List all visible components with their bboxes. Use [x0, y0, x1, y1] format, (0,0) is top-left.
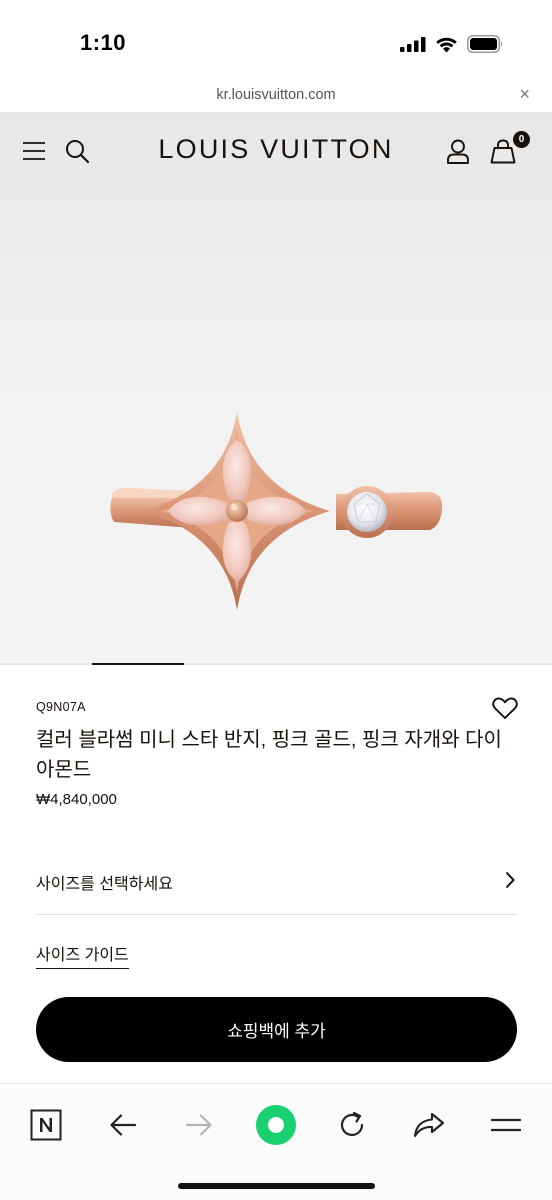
wifi-icon — [436, 37, 457, 52]
carousel-active-segment — [92, 663, 184, 665]
add-to-bag-button[interactable]: 쇼핑백에 추가 — [36, 997, 517, 1062]
browser-toolbar — [0, 1083, 552, 1200]
product-image-area[interactable]: LOUIS VUITTON 0 — [0, 112, 552, 664]
cart-count-badge: 0 — [513, 131, 530, 148]
hamburger-icon — [491, 1118, 521, 1132]
chevron-right-icon — [505, 871, 515, 889]
cellular-signal-icon — [400, 37, 426, 52]
shopping-bag-icon[interactable] — [490, 139, 516, 164]
product-name: 컬러 블라썸 미니 스타 반지, 핑크 골드, 핑크 자개와 다이아몬드 — [36, 729, 502, 781]
menu-button[interactable] — [484, 1103, 528, 1147]
account-icon[interactable] — [446, 139, 470, 164]
green-dot-button[interactable] — [254, 1103, 298, 1147]
share-button[interactable] — [407, 1103, 451, 1147]
size-guide-link[interactable]: 사이즈 가이드 — [36, 941, 129, 969]
battery-icon — [467, 35, 503, 53]
status-icons — [400, 35, 504, 53]
back-arrow-icon — [110, 1114, 137, 1136]
status-bar: 1:10 — [0, 0, 552, 84]
product-price: ₩4,840,000 — [36, 791, 117, 808]
green-dot-icon — [256, 1105, 296, 1145]
reload-button[interactable] — [330, 1103, 374, 1147]
forward-button[interactable] — [177, 1103, 221, 1147]
site-header: LOUIS VUITTON 0 — [0, 112, 552, 190]
reload-icon — [340, 1111, 364, 1137]
naver-home-button[interactable] — [24, 1103, 68, 1147]
status-time: 1:10 — [80, 30, 127, 55]
heart-icon[interactable] — [492, 697, 518, 720]
share-icon — [413, 1112, 445, 1138]
size-select-row[interactable]: 사이즈를 선택하세요 — [36, 862, 517, 915]
image-carousel-indicator[interactable] — [0, 663, 552, 665]
product-sku: Q9N07A — [36, 700, 86, 714]
product-ring-image — [110, 412, 443, 610]
url-text[interactable]: kr.louisvuitton.com — [0, 87, 552, 103]
home-indicator — [178, 1183, 375, 1189]
forward-arrow-icon — [185, 1114, 212, 1136]
size-select-label: 사이즈를 선택하세요 — [36, 876, 173, 893]
close-tab-button[interactable]: × — [519, 84, 530, 105]
browser-url-bar: kr.louisvuitton.com × — [0, 84, 552, 112]
back-button[interactable] — [101, 1103, 145, 1147]
naver-n-icon — [30, 1109, 62, 1141]
